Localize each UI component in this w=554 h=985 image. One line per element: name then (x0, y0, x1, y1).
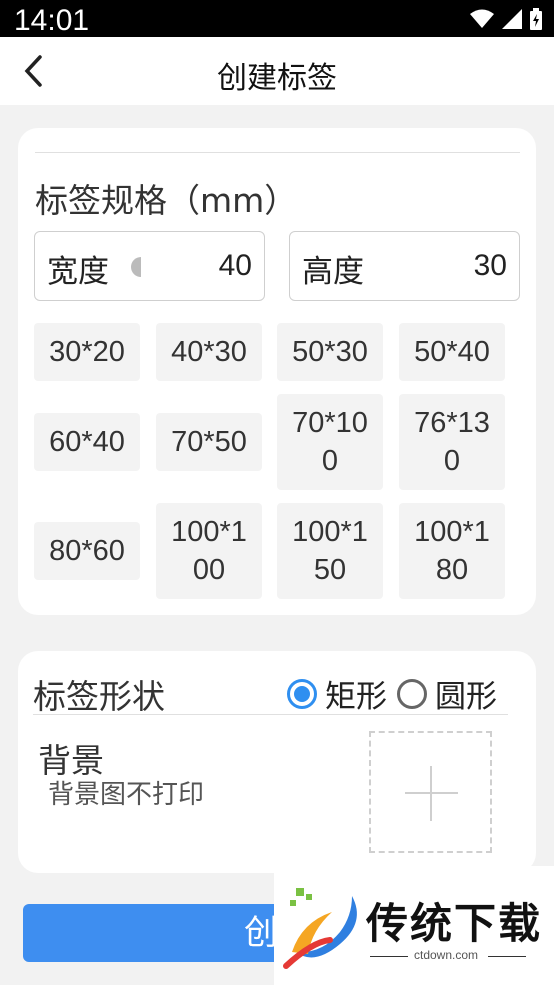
watermark-site: ctdown.com (414, 948, 479, 962)
radio-circle-label[interactable]: 圆形 (435, 671, 497, 716)
divider (33, 714, 508, 715)
size-chip[interactable]: 70*10 0 (277, 394, 383, 490)
height-input[interactable]: 30 (474, 249, 507, 283)
spec-title: 标签规格（mm） (35, 181, 298, 220)
divider (370, 956, 408, 957)
height-label: 高度 (302, 254, 364, 290)
size-chip[interactable]: 100*1 80 (399, 503, 505, 599)
background-upload-button[interactable] (369, 731, 492, 853)
watermark-brand: 传统下载 (366, 899, 543, 948)
signal-icon (502, 9, 522, 29)
background-subtitle: 背景图不打印 (48, 780, 205, 810)
shape-title: 标签形状 (33, 677, 165, 716)
watermark: 传统下载 ctdown.com (274, 866, 554, 985)
size-chip[interactable]: 70*50 (156, 413, 262, 471)
app-bar: 创建标签 (0, 37, 554, 105)
width-label: 宽度 (47, 254, 109, 290)
battery-icon (530, 8, 542, 30)
radio-rect-label[interactable]: 矩形 (325, 671, 387, 716)
size-chip[interactable]: 50*40 (399, 323, 505, 381)
status-icons (470, 8, 542, 30)
page-title: 创建标签 (217, 61, 337, 96)
status-bar: 14:01 (0, 0, 554, 37)
width-input[interactable]: 40 (219, 249, 252, 283)
radio-circle[interactable] (397, 678, 427, 709)
divider (35, 152, 520, 153)
height-field[interactable]: 高度 30 (289, 231, 520, 301)
size-chip[interactable]: 80*60 (34, 522, 140, 580)
brand-logo-icon (283, 888, 357, 969)
radio-rect[interactable] (287, 678, 317, 709)
size-chip[interactable]: 100*1 50 (277, 503, 383, 599)
plus-icon (430, 766, 432, 821)
divider (488, 956, 526, 957)
size-chip[interactable]: 40*30 (156, 323, 262, 381)
size-chip[interactable]: 60*40 (34, 413, 140, 471)
size-chip[interactable]: 50*30 (277, 323, 383, 381)
width-field[interactable]: 宽度 40 (34, 231, 265, 301)
size-chip[interactable]: 30*20 (34, 323, 140, 381)
size-chip[interactable]: 100*1 00 (156, 503, 262, 599)
status-time: 14:01 (14, 4, 90, 37)
wifi-icon (470, 9, 494, 28)
scroll-indicator-icon (131, 257, 141, 277)
shape-radio-group: 矩形 圆形 (287, 671, 507, 716)
size-chip[interactable]: 76*13 0 (399, 394, 505, 490)
